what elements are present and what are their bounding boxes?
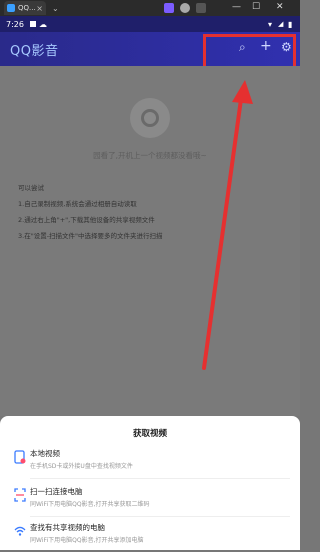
get-video-sheet: 获取视频 本地视频 在手机SD卡或外接U盘中查找视频文件 扫一扫连接电脑 同Wi…: [0, 416, 300, 550]
divider: [30, 478, 290, 479]
find-shared-pc-item[interactable]: 查找有共享视频的电脑 同WiFi下用电脑QQ影音,打开共享添加电脑: [0, 520, 300, 552]
item-label: 查找有共享视频的电脑: [30, 523, 105, 532]
item-label: 扫一扫连接电脑: [30, 487, 83, 496]
item-sub: 在手机SD卡或外接U盘中查找视频文件: [30, 463, 133, 470]
wifi-icon: [14, 526, 26, 536]
scan-icon: [14, 488, 26, 502]
local-video-item[interactable]: 本地视频 在手机SD卡或外接U盘中查找视频文件: [0, 446, 300, 478]
divider: [30, 516, 290, 517]
scan-connect-item[interactable]: 扫一扫连接电脑 同WiFi下用电脑QQ影音,打开共享获取二维码: [0, 484, 300, 516]
sheet-title: 获取视频: [132, 429, 167, 439]
item-sub: 同WiFi下用电脑QQ影音,打开共享添加电脑: [30, 537, 144, 544]
phone-icon: [14, 450, 26, 464]
item-sub: 同WiFi下用电脑QQ影音,打开共享获取二维码: [30, 501, 150, 508]
item-label: 本地视频: [30, 449, 60, 458]
